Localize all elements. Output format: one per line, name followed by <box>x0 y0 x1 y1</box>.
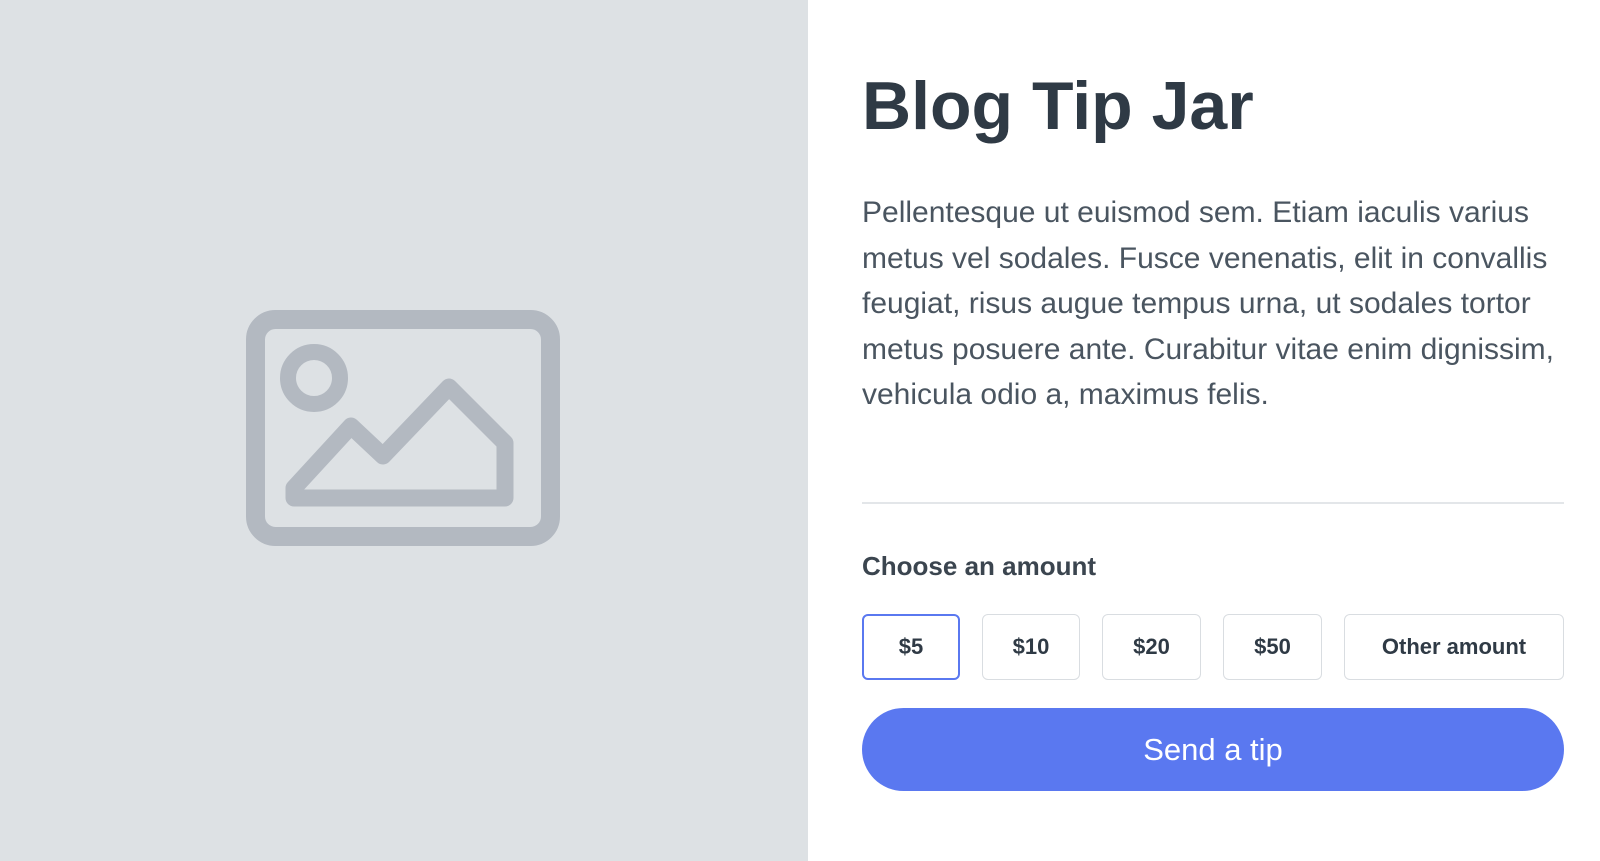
image-panel <box>0 0 808 861</box>
amount-option-50[interactable]: $50 <box>1223 614 1322 680</box>
image-placeholder-icon <box>246 310 560 546</box>
description-text: Pellentesque ut euismod sem. Etiam iacul… <box>862 196 1554 411</box>
amount-option-5[interactable]: $5 <box>862 614 960 680</box>
amount-options: $5 $10 $20 $50 Other amount <box>862 614 1564 680</box>
divider <box>862 502 1564 504</box>
page-title: Blog Tip Jar <box>862 68 1254 144</box>
tip-jar-page: Blog Tip Jar Pellentesque ut euismod sem… <box>0 0 1600 861</box>
amount-option-other[interactable]: Other amount <box>1344 614 1564 680</box>
amount-label: Choose an amount <box>862 551 1097 581</box>
amount-option-10[interactable]: $10 <box>982 614 1080 680</box>
amount-option-20[interactable]: $20 <box>1102 614 1201 680</box>
tip-jar-content: Blog Tip Jar Pellentesque ut euismod sem… <box>862 0 1564 861</box>
send-tip-button[interactable]: Send a tip <box>862 708 1564 791</box>
